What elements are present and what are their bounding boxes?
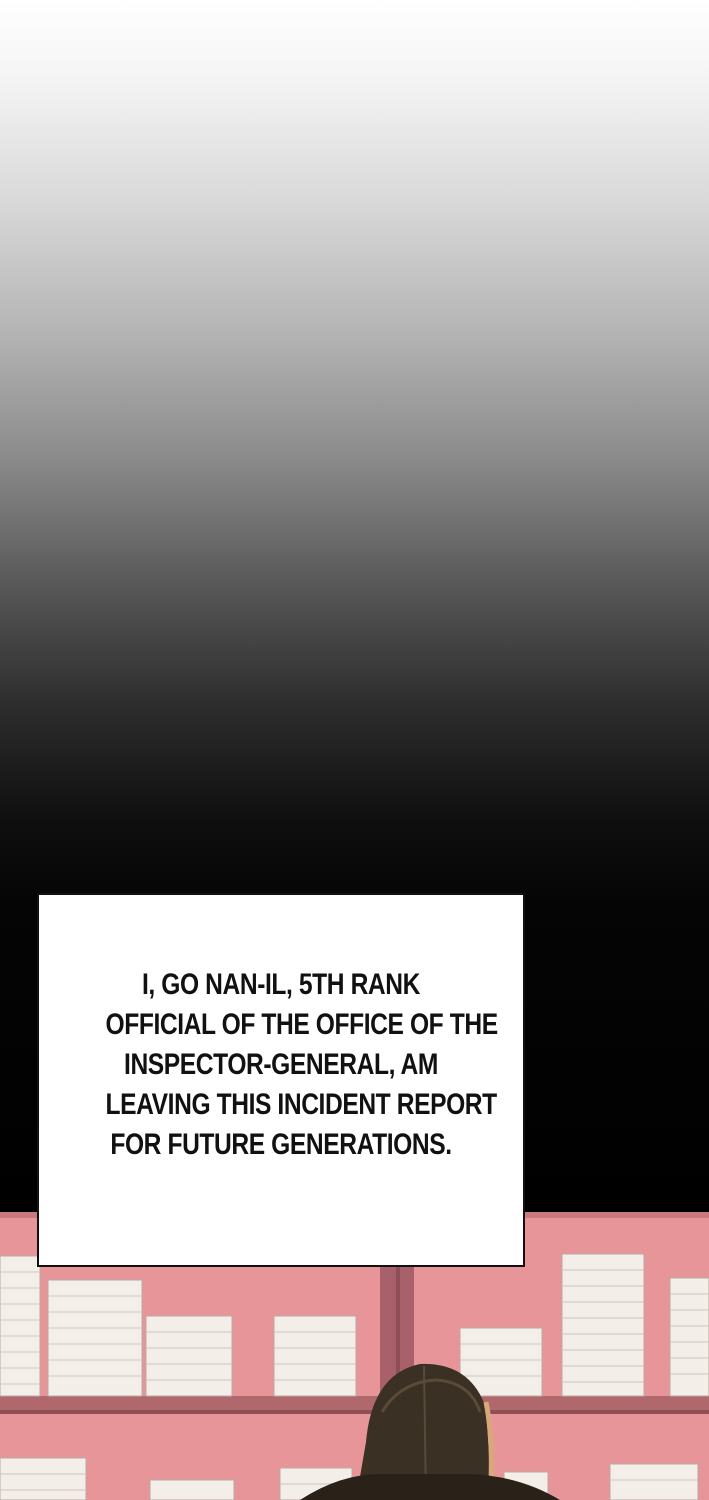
- narration-caption-box: I, GO NAN-IL, 5TH RANK OFFICIAL OF THE O…: [37, 893, 525, 1267]
- narration-text: I, GO NAN-IL, 5TH RANK OFFICIAL OF THE O…: [83, 965, 499, 1165]
- caption-line: I, GO NAN-IL, 5TH RANK: [142, 968, 420, 1001]
- comic-panel: I, GO NAN-IL, 5TH RANK OFFICIAL OF THE O…: [0, 0, 709, 1500]
- caption-line: LEAVING THIS INCIDENT REPORT: [105, 1088, 498, 1121]
- caption-line: FOR FUTURE GENERATIONS.: [110, 1128, 452, 1161]
- caption-line: INSPECTOR-GENERAL, AM: [124, 1048, 438, 1081]
- caption-line: OFFICIAL OF THE OFFICE OF THE: [105, 1008, 499, 1041]
